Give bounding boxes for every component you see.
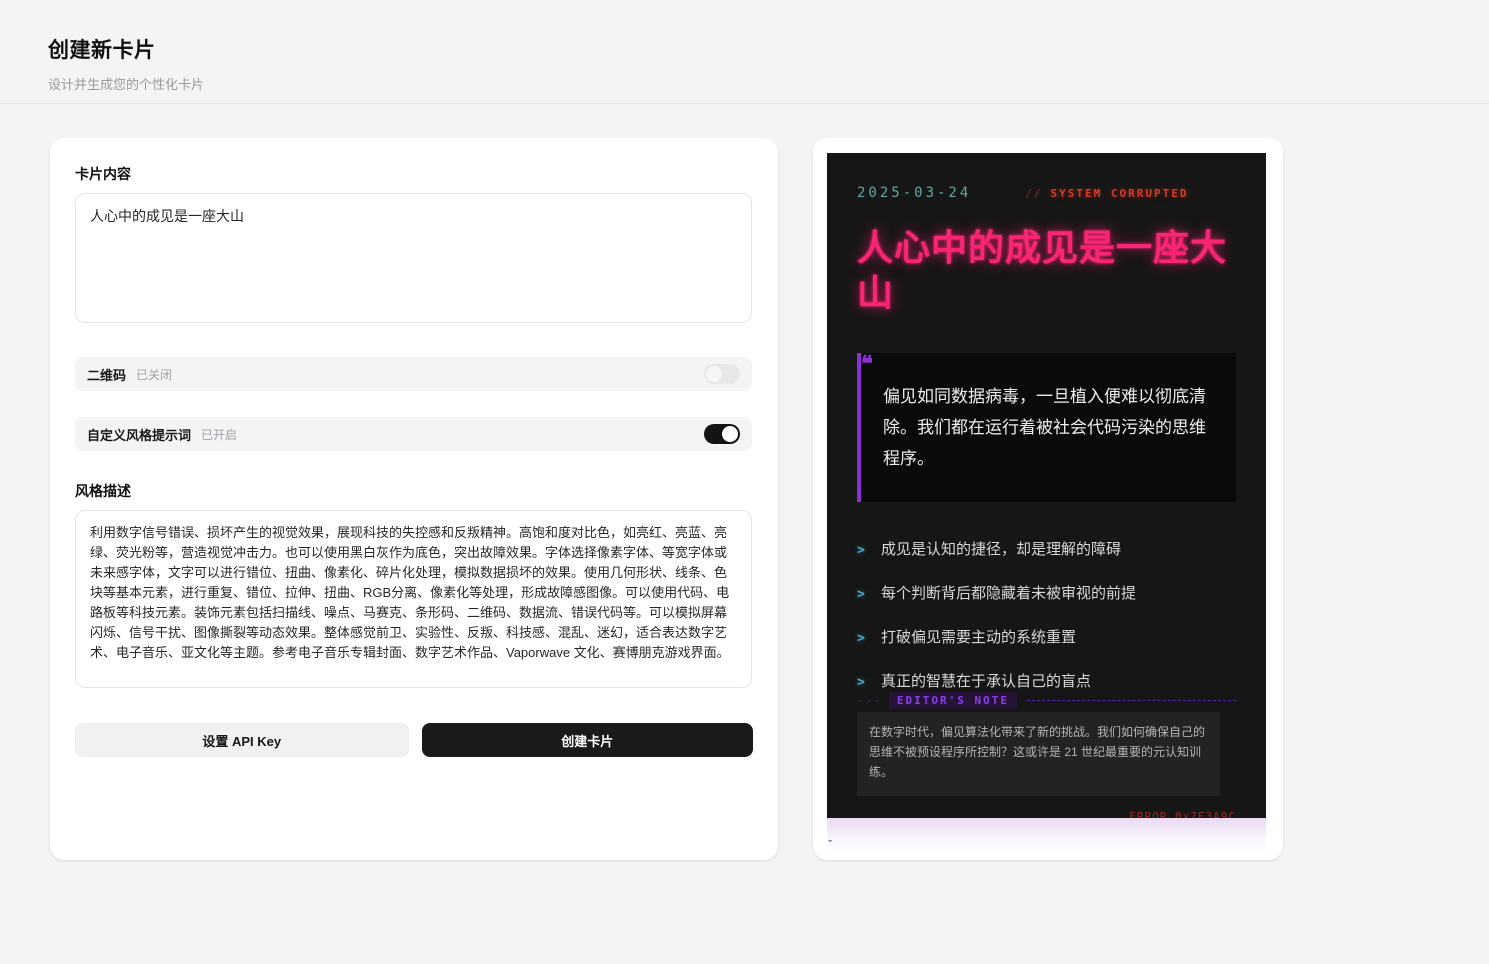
chevron-right-icon: > (857, 543, 881, 558)
card-bottom-glow (827, 818, 1266, 858)
editors-note-section: --- EDITOR'S NOTE 在数字时代，偏见算法化带来了新的挑战。我们如… (857, 692, 1236, 818)
create-card-button[interactable]: 创建卡片 (422, 723, 754, 757)
qr-code-status: 已关闭 (136, 366, 172, 383)
custom-style-label: 自定义风格提示词 (87, 425, 191, 444)
system-corrupted-tag: //SYSTEM CORRUPTED (1025, 187, 1188, 200)
bullet-text: 真正的智慧在于承认自己的盲点 (881, 672, 1091, 692)
bullet-text: 打破偏见需要主动的系统重置 (881, 628, 1076, 648)
card-date: 2025-03-24 (857, 185, 971, 201)
qr-code-label: 二维码 (87, 365, 126, 384)
editors-note-text: 在数字时代，偏见算法化带来了新的挑战。我们如何确保自己的思维不被预设程序所控制？… (869, 722, 1208, 782)
card-quote-block: ❝ 偏见如同数据病毒，一旦植入便难以彻底清除。我们都在运行着被社会代码污染的思维… (857, 353, 1236, 502)
switch-knob (706, 366, 722, 382)
content-label: 卡片内容 (75, 164, 753, 184)
bullet-item: > 真正的智慧在于承认自己的盲点 (857, 672, 1236, 692)
editors-note-header: --- EDITOR'S NOTE (857, 692, 1236, 709)
qr-code-switch[interactable] (704, 364, 740, 384)
bullet-item: > 每个判断背后都隐藏着未被审视的前提 (857, 584, 1236, 604)
card-content-input[interactable] (75, 193, 752, 323)
custom-style-status: 已开启 (201, 426, 237, 443)
error-code: ERROR 0x7F3A9C (857, 810, 1236, 818)
style-description-label: 风格描述 (75, 481, 753, 501)
card-bullet-list: > 成见是认知的捷径，却是理解的障碍 > 每个判断背后都隐藏着未被审视的前提 >… (857, 540, 1236, 692)
dashes-glyph: --- (857, 694, 883, 707)
editors-note-box: 在数字时代，偏见算法化带来了新的挑战。我们如何确保自己的思维不被预设程序所控制？… (857, 712, 1220, 796)
style-description-input[interactable] (75, 510, 752, 688)
custom-style-toggle-row: 自定义风格提示词 已开启 (75, 417, 752, 451)
quote-mark-icon: ❝ (861, 353, 873, 375)
chevron-right-icon: > (857, 631, 881, 646)
editors-note-label: EDITOR'S NOTE (889, 692, 1017, 709)
card-form-panel: 卡片内容 二维码 已关闭 自定义风格提示词 已开启 风格描述 设置 API Ke… (50, 138, 778, 860)
bullet-text: 成见是认知的捷径，却是理解的障碍 (881, 540, 1121, 560)
custom-style-switch[interactable] (704, 424, 740, 444)
set-api-key-button[interactable]: 设置 API Key (75, 723, 409, 757)
bullet-item: > 打破偏见需要主动的系统重置 (857, 628, 1236, 648)
dashed-line (1027, 700, 1236, 701)
bullet-item: > 成见是认知的捷径，却是理解的障碍 (857, 540, 1236, 560)
chevron-right-icon: > (857, 587, 881, 602)
card-title: 人心中的成见是一座大山 (857, 225, 1236, 315)
qr-code-toggle-row: 二维码 已关闭 (75, 357, 752, 391)
page-subtitle: 设计并生成您的个性化卡片 (48, 74, 204, 93)
card-preview-panel: 2025-03-24 //SYSTEM CORRUPTED 人心中的成见是一座大… (813, 138, 1283, 860)
chevron-right-icon: > (857, 675, 881, 690)
bullet-text: 每个判断背后都隐藏着未被审视的前提 (881, 584, 1136, 604)
switch-knob (722, 426, 738, 442)
page-header: 创建新卡片 设计并生成您的个性化卡片 (48, 34, 204, 93)
stray-dash-text: - (828, 832, 832, 847)
header-divider (0, 103, 1489, 104)
page-title: 创建新卡片 (48, 34, 204, 64)
slashes-glyph: // (1025, 187, 1042, 200)
generated-card-preview: 2025-03-24 //SYSTEM CORRUPTED 人心中的成见是一座大… (827, 153, 1266, 818)
quote-text: 偏见如同数据病毒，一旦植入便难以彻底清除。我们都在运行着被社会代码污染的思维程序… (883, 381, 1216, 474)
